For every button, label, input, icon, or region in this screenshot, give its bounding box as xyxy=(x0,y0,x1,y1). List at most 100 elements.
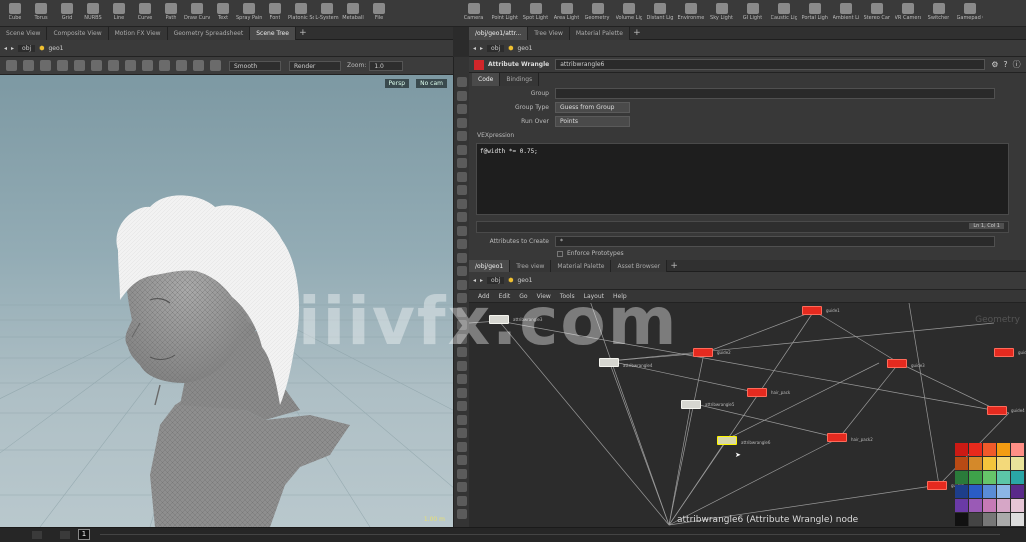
prev-frame-icon[interactable] xyxy=(60,531,70,539)
handle-icon[interactable] xyxy=(108,60,119,71)
attr-create-field[interactable]: * xyxy=(555,236,995,247)
palette-swatch[interactable] xyxy=(955,499,968,512)
view-icon[interactable] xyxy=(125,60,136,71)
add-tab-icon[interactable]: + xyxy=(630,27,644,39)
pane-tab[interactable]: Motion FX View xyxy=(108,27,168,40)
palette-swatch[interactable] xyxy=(955,443,968,456)
guide-icon[interactable] xyxy=(457,239,467,249)
shelf-tool[interactable]: Switcher xyxy=(923,2,954,26)
zoom-field[interactable]: 1.0 xyxy=(369,60,404,71)
expand-icon[interactable] xyxy=(457,455,467,465)
shelf-tool[interactable]: Line xyxy=(106,2,132,26)
group-field[interactable] xyxy=(555,88,995,99)
back-arrow-icon[interactable]: ◂ xyxy=(473,45,476,52)
shelf-tool[interactable]: Gamepad Camera xyxy=(954,2,985,26)
measure-icon[interactable] xyxy=(159,60,170,71)
forward-arrow-icon[interactable]: ▸ xyxy=(11,45,14,52)
pane-tab[interactable]: Geometry Spreadsheet xyxy=(167,27,251,40)
shelf-tool[interactable]: GI Light xyxy=(737,2,768,26)
shelf-tool[interactable]: Distant Light xyxy=(644,2,675,26)
shelf-tool[interactable]: Caustic Light xyxy=(768,2,799,26)
layer-icon[interactable] xyxy=(457,401,467,411)
safe-area-icon[interactable] xyxy=(457,225,467,236)
palette-swatch[interactable] xyxy=(969,471,982,484)
pane-icon[interactable] xyxy=(457,428,467,438)
shelf-tool[interactable]: Draw Curve xyxy=(184,2,210,26)
network-node[interactable] xyxy=(827,433,847,442)
pose-icon[interactable] xyxy=(74,60,85,71)
brush-icon[interactable] xyxy=(142,60,153,71)
transform-icon[interactable] xyxy=(23,60,34,71)
add-tab-icon[interactable]: + xyxy=(296,27,310,39)
camera-sync-icon[interactable] xyxy=(457,212,467,222)
vex-code-editor[interactable]: f@width *= 0.75; xyxy=(476,143,1009,215)
palette-swatch[interactable] xyxy=(1011,471,1024,484)
palette-swatch[interactable] xyxy=(969,499,982,512)
display-options-icon[interactable] xyxy=(457,77,467,87)
vis-icon[interactable] xyxy=(457,252,467,263)
palette-swatch[interactable] xyxy=(955,457,968,470)
eye-icon[interactable] xyxy=(457,509,467,519)
shelf-tool[interactable]: Text xyxy=(210,2,236,26)
shelf-tool[interactable]: Spot Light xyxy=(520,2,551,26)
palette-swatch[interactable] xyxy=(997,499,1010,512)
pane-tab[interactable]: Material Palette xyxy=(569,27,630,40)
palette-swatch[interactable] xyxy=(1011,499,1024,512)
forward-arrow-icon[interactable]: ▸ xyxy=(480,45,483,52)
current-frame-field[interactable]: 1 xyxy=(78,529,90,540)
shelf-tool[interactable]: Path xyxy=(158,2,184,26)
pane-tab[interactable]: Composite View xyxy=(47,27,109,40)
sel-mask-icon[interactable] xyxy=(457,387,467,398)
shelf-tool[interactable]: Portal Light xyxy=(799,2,830,26)
palette-swatch[interactable] xyxy=(997,457,1010,470)
network-node[interactable] xyxy=(717,436,737,445)
lock-view-icon[interactable] xyxy=(457,374,467,384)
grid-icon[interactable] xyxy=(457,185,467,195)
visibility-icon[interactable] xyxy=(210,60,221,71)
path-level[interactable]: obj xyxy=(18,44,36,52)
close-pane-icon[interactable] xyxy=(457,441,467,452)
tab-code[interactable]: Code xyxy=(472,73,501,86)
group-type-menu[interactable]: Guess from Group xyxy=(555,102,630,113)
shelf-tool[interactable]: Ambient Light xyxy=(830,2,861,26)
scale-icon[interactable] xyxy=(57,60,68,71)
info-icon[interactable]: ⓘ xyxy=(1013,59,1021,70)
palette-swatch[interactable] xyxy=(983,513,996,526)
lights-icon[interactable] xyxy=(457,171,467,182)
network-node[interactable] xyxy=(987,406,1007,415)
shelf-tool[interactable]: Spray Paint xyxy=(236,2,262,26)
pane-tab[interactable]: /obj/geo1/attr... xyxy=(469,27,529,40)
shelf-tool[interactable]: NURBS xyxy=(80,2,106,26)
enforce-checkbox[interactable] xyxy=(557,251,563,257)
settings-icon[interactable] xyxy=(457,482,467,492)
palette-swatch[interactable] xyxy=(983,485,996,498)
shelf-tool[interactable]: Camera xyxy=(458,2,489,26)
network-node[interactable] xyxy=(802,306,822,315)
bg-icon[interactable] xyxy=(457,198,467,209)
palette-swatch[interactable] xyxy=(997,485,1010,498)
palette-swatch[interactable] xyxy=(969,485,982,498)
shelf-tool[interactable]: Stereo Camera xyxy=(861,2,892,26)
persp-menu[interactable]: Persp xyxy=(384,79,409,88)
network-node[interactable] xyxy=(994,348,1014,357)
shelf-tool[interactable]: Platonic Solids xyxy=(288,2,314,26)
shelf-tool[interactable]: VR Camera xyxy=(892,2,923,26)
palette-swatch[interactable] xyxy=(997,471,1010,484)
shelf-tool[interactable]: Area Light xyxy=(551,2,582,26)
shelf-tool[interactable]: Volume Light xyxy=(613,2,644,26)
palette-swatch[interactable] xyxy=(955,471,968,484)
palette-swatch[interactable] xyxy=(969,443,982,456)
snapshot-icon[interactable] xyxy=(457,158,467,168)
normals-icon[interactable] xyxy=(457,131,467,141)
shelf-tool[interactable]: Grid xyxy=(54,2,80,26)
palette-swatch[interactable] xyxy=(1011,485,1024,498)
timeline-track[interactable] xyxy=(100,534,1000,535)
shelf-tool[interactable]: Metaball xyxy=(340,2,366,26)
palette-swatch[interactable] xyxy=(955,485,968,498)
shelf-tool[interactable]: L-System xyxy=(314,2,340,26)
network-node[interactable] xyxy=(927,481,947,490)
shaded-icon[interactable] xyxy=(457,104,467,114)
shelf-tool[interactable]: Sky Light xyxy=(706,2,737,26)
rotate-icon[interactable] xyxy=(40,60,51,71)
shelf-tool[interactable]: File xyxy=(366,2,392,26)
